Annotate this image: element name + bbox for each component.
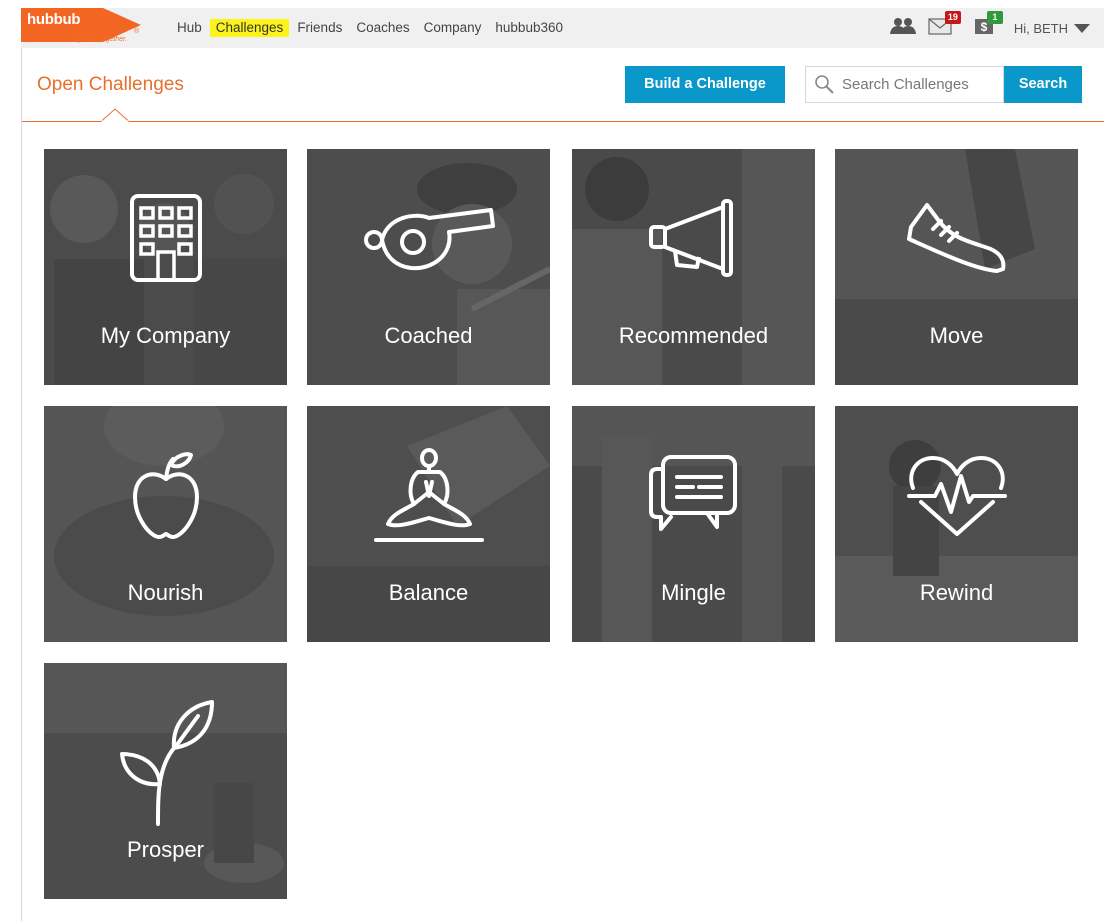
search-box [805,66,1004,103]
build-challenge-button[interactable]: Build a Challenge [625,66,785,103]
search-icon [815,74,834,94]
logo-registered-mark: ® [134,28,140,35]
user-greeting[interactable]: Hi, BETH [1014,21,1068,36]
nav-coaches[interactable]: Coaches [350,19,415,37]
apple-icon [44,406,287,586]
tile-label: Prosper [126,837,205,862]
nav-hub[interactable]: Hub [171,19,208,37]
caret-down-icon[interactable] [1074,23,1090,33]
tile-balance[interactable]: Balance [307,406,550,642]
tile-recommended[interactable]: Recommended [572,149,815,385]
user-area: 19 $ 1 Hi, BETH [889,8,1104,48]
page-title: Open Challenges [37,74,184,95]
nav-company[interactable]: Company [418,19,488,37]
chat-bubbles-icon [572,406,815,586]
top-navigation-bar: hubbub ® play well. together. Hub Challe… [21,8,1104,48]
messages-button[interactable]: 19 [928,10,961,40]
nav-challenges[interactable]: Challenges [209,19,290,37]
tile-label: Balance [388,580,469,605]
nav-friends[interactable]: Friends [291,19,348,37]
logo-tagline: play well. together. [69,36,128,43]
tile-label: Move [929,323,984,348]
rewards-count-badge: 1 [986,10,1003,24]
sneaker-icon [835,149,1078,329]
tile-label: Mingle [661,580,726,605]
meditation-icon [307,406,550,586]
whistle-icon [307,149,550,329]
people-icon [889,17,916,34]
tile-nourish[interactable]: Nourish [44,406,287,642]
main-nav: Hub Challenges Friends Coaches Company h… [171,19,571,37]
tile-coached[interactable]: Coached [307,149,550,385]
tile-mingle[interactable]: Mingle [572,406,815,642]
search-button[interactable]: Search [1004,66,1082,103]
header-divider [22,121,1104,122]
tile-rewind[interactable]: Rewind [835,406,1078,642]
search-input[interactable] [842,76,1002,93]
megaphone-icon [572,149,815,329]
heartbeat-icon [835,406,1078,586]
hubbub-logo[interactable]: hubbub ® play well. together. [21,8,146,48]
tile-move[interactable]: Move [835,149,1078,385]
tile-label: My Company [100,323,231,348]
tile-prosper[interactable]: Prosper [44,663,287,899]
building-icon [44,149,287,329]
friends-button[interactable] [889,17,916,40]
rewards-button[interactable]: $ 1 [974,10,1003,40]
content-left-border [21,48,22,921]
logo-wordmark: hubbub [27,11,81,28]
tile-label: Rewind [919,580,994,605]
tile-label: Coached [384,323,473,348]
tile-my-company[interactable]: My Company [44,149,287,385]
tile-label: Nourish [127,580,204,605]
title-pointer-notch [101,108,129,122]
nav-hubbub360[interactable]: hubbub360 [489,19,569,37]
messages-count-badge: 19 [944,10,961,24]
tile-label: Recommended [618,323,769,348]
sprout-icon [44,663,287,843]
